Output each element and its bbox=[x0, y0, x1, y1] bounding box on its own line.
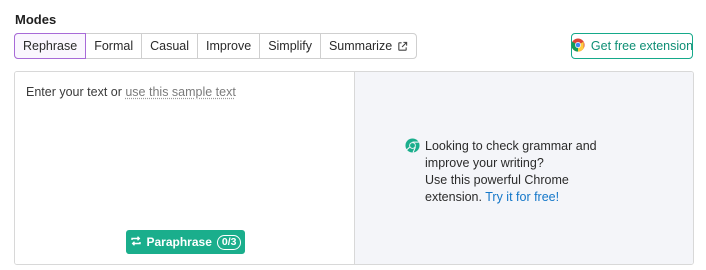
modes-toolbar: Rephrase Formal Casual Improve Simplify … bbox=[14, 33, 418, 59]
mode-label: Casual bbox=[150, 39, 190, 53]
promo-line-2: improve your writing? bbox=[425, 156, 544, 170]
mode-label: Formal bbox=[94, 39, 134, 53]
repeat-icon bbox=[130, 235, 142, 250]
input-pane[interactable]: Enter your text or use this sample text … bbox=[15, 72, 355, 264]
paraphraser-widget: Modes Rephrase Formal Casual Improve Sim… bbox=[0, 0, 706, 270]
mode-simplify-button[interactable]: Simplify bbox=[260, 34, 321, 58]
get-free-extension-label: Get free extension bbox=[590, 39, 694, 53]
usage-counter-badge: 0/3 bbox=[216, 234, 242, 250]
promo-line-4: extension. Try it for free! bbox=[425, 189, 665, 206]
mode-summarize-button[interactable]: Summarize bbox=[321, 34, 416, 58]
mode-casual-button[interactable]: Casual bbox=[142, 34, 199, 58]
sample-text-link[interactable]: use this sample text bbox=[125, 85, 235, 99]
promo-line-1: Looking to check grammar and bbox=[425, 139, 597, 153]
chrome-icon bbox=[571, 37, 585, 55]
mode-label: Improve bbox=[206, 39, 252, 53]
mode-label: Rephrase bbox=[23, 39, 78, 53]
output-pane: Looking to check grammar and improve you… bbox=[355, 72, 693, 264]
mode-label: Summarize bbox=[328, 39, 393, 53]
paraphrase-button[interactable]: Paraphrase 0/3 bbox=[126, 230, 245, 254]
promo-line-3: Use this powerful Chrome bbox=[425, 173, 569, 187]
external-link-icon bbox=[397, 41, 408, 52]
modes-title: Modes bbox=[15, 12, 57, 27]
extension-promo: Looking to check grammar and improve you… bbox=[405, 138, 665, 206]
paraphrase-label: Paraphrase bbox=[146, 235, 212, 249]
promo-line-4-text: extension. bbox=[425, 190, 482, 204]
chrome-icon bbox=[405, 138, 420, 158]
mode-improve-button[interactable]: Improve bbox=[198, 34, 261, 58]
input-placeholder: Enter your text or use this sample text bbox=[26, 85, 236, 99]
try-it-free-link[interactable]: Try it for free! bbox=[485, 190, 559, 204]
input-prompt-text: Enter your text or bbox=[26, 85, 122, 99]
mode-label: Simplify bbox=[268, 39, 312, 53]
mode-rephrase-button[interactable]: Rephrase bbox=[14, 33, 87, 59]
get-free-extension-button[interactable]: Get free extension bbox=[571, 33, 693, 59]
mode-formal-button[interactable]: Formal bbox=[86, 34, 143, 58]
editor-panel: Enter your text or use this sample text … bbox=[14, 71, 694, 265]
